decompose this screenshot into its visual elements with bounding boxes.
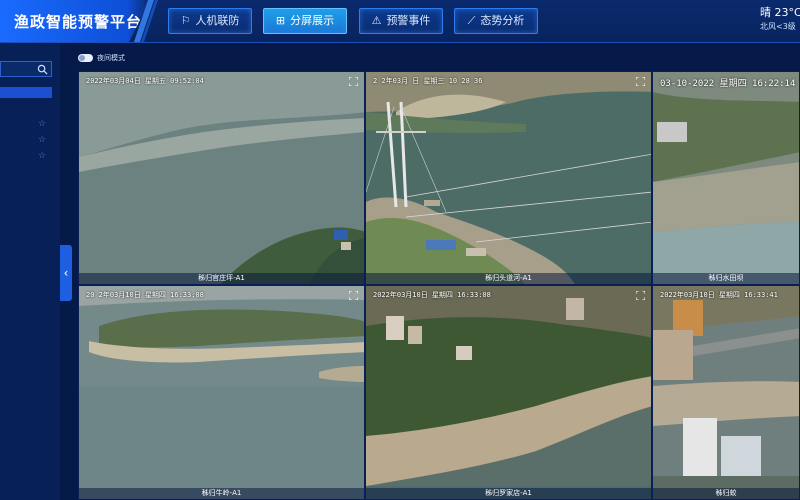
- tab-label: 预警事件: [386, 14, 431, 27]
- night-mode-toggle[interactable]: 夜间模式: [78, 54, 178, 64]
- camera-name: 秭归牛岭-A1: [79, 488, 364, 499]
- camera-feed: [366, 72, 651, 284]
- tab-human-machine-defense[interactable]: ⚐ 人机联防: [168, 8, 252, 34]
- weather-condition: 晴 23°C: [760, 6, 800, 19]
- camera-tile[interactable]: 2 2年03月 日 星期三 10 28 36 秭归头道河-A1: [365, 71, 652, 285]
- camera-timestamp: 03-10-2022 星期四 16:22:14: [660, 79, 796, 89]
- camera-timestamp: 2022年03月04日 星期五 09:52:04: [86, 77, 204, 85]
- grid-icon: ⊞: [275, 14, 286, 27]
- sidebar-collapse-button[interactable]: ‹: [60, 245, 72, 301]
- tab-label: 分屏展示: [290, 14, 335, 27]
- camera-name: 秭归蛟: [653, 488, 799, 499]
- weather-widget: 晴 23°C 北风<3级: [760, 6, 800, 34]
- star-icon[interactable]: ☆: [38, 152, 47, 161]
- camera-feed: [653, 72, 799, 284]
- toggle-switch[interactable]: [78, 54, 93, 62]
- fullscreen-icon[interactable]: [349, 77, 358, 86]
- camera-tile[interactable]: 2022年03月10日 星期四 16:33:41 秭归蛟: [652, 285, 800, 500]
- camera-tile[interactable]: 20 2年03月10日 星期四 16:33:08 秭归牛岭-A1: [78, 285, 365, 500]
- camera-name: 秭归官庄坪-A1: [79, 273, 364, 284]
- weather-wind: 北风<3级: [760, 22, 796, 31]
- app-title: 渔政智能预警平台: [14, 13, 143, 31]
- flag-icon: ⚐: [180, 14, 191, 27]
- fullscreen-icon[interactable]: [636, 77, 645, 86]
- fullscreen-icon[interactable]: [636, 291, 645, 300]
- top-bar: 渔政智能预警平台 ⚐ 人机联防 ⊞ 分屏展示 ⚠ 预警事件 ⟋ 态势分析 晴 23°C …: [0, 0, 800, 43]
- camera-timestamp: 20 2年03月10日 星期四 16:33:08: [86, 291, 204, 299]
- night-mode-label: 夜间模式: [97, 54, 125, 62]
- camera-grid: 2022年03月04日 星期五 09:52:04 秭归官庄坪-A1 2 2年03…: [78, 71, 800, 500]
- camera-feed: [79, 286, 364, 499]
- camera-tile[interactable]: 2022年03月10日 星期四 16:33:08 秭归罗家店-A1: [365, 285, 652, 500]
- tab-split-screen[interactable]: ⊞ 分屏展示: [263, 8, 347, 34]
- trend-icon: ⟋: [467, 14, 476, 27]
- sidebar-selected-item[interactable]: [0, 87, 52, 98]
- star-icon[interactable]: ☆: [38, 136, 47, 145]
- camera-name: 秭归头道河-A1: [366, 273, 651, 284]
- camera-timestamp: 2 2年03月 日 星期三 10 28 36: [373, 77, 483, 85]
- sidebar: ☆ ☆ ☆: [0, 43, 60, 500]
- tab-situation-analysis[interactable]: ⟋ 态势分析: [454, 8, 538, 34]
- toggle-knob: [79, 55, 85, 61]
- fullscreen-icon[interactable]: [349, 291, 358, 300]
- tab-label: 态势分析: [480, 14, 525, 27]
- camera-feed: [79, 72, 364, 284]
- chevron-left-icon: ‹: [63, 266, 69, 280]
- search-input[interactable]: [3, 63, 37, 75]
- tab-warning-events[interactable]: ⚠ 预警事件: [359, 8, 443, 34]
- tab-label: 人机联防: [195, 14, 240, 27]
- camera-timestamp: 2022年03月10日 星期四 16:33:08: [373, 291, 491, 299]
- star-icon[interactable]: ☆: [38, 120, 47, 129]
- camera-feed: [653, 286, 799, 499]
- title-decoration: [134, 0, 158, 42]
- camera-timestamp: 2022年03月10日 星期四 16:33:41: [660, 291, 778, 299]
- camera-name: 秭归罗家店-A1: [366, 488, 651, 499]
- camera-tile[interactable]: 03-10-2022 星期四 16:22:14 秭归水田坝: [652, 71, 800, 285]
- search-icon[interactable]: [37, 64, 48, 75]
- camera-name: 秭归水田坝: [653, 273, 799, 284]
- search-box[interactable]: [0, 61, 52, 77]
- camera-feed: [366, 286, 651, 499]
- alert-icon: ⚠: [371, 14, 382, 27]
- camera-tile[interactable]: 2022年03月04日 星期五 09:52:04 秭归官庄坪-A1: [78, 71, 365, 285]
